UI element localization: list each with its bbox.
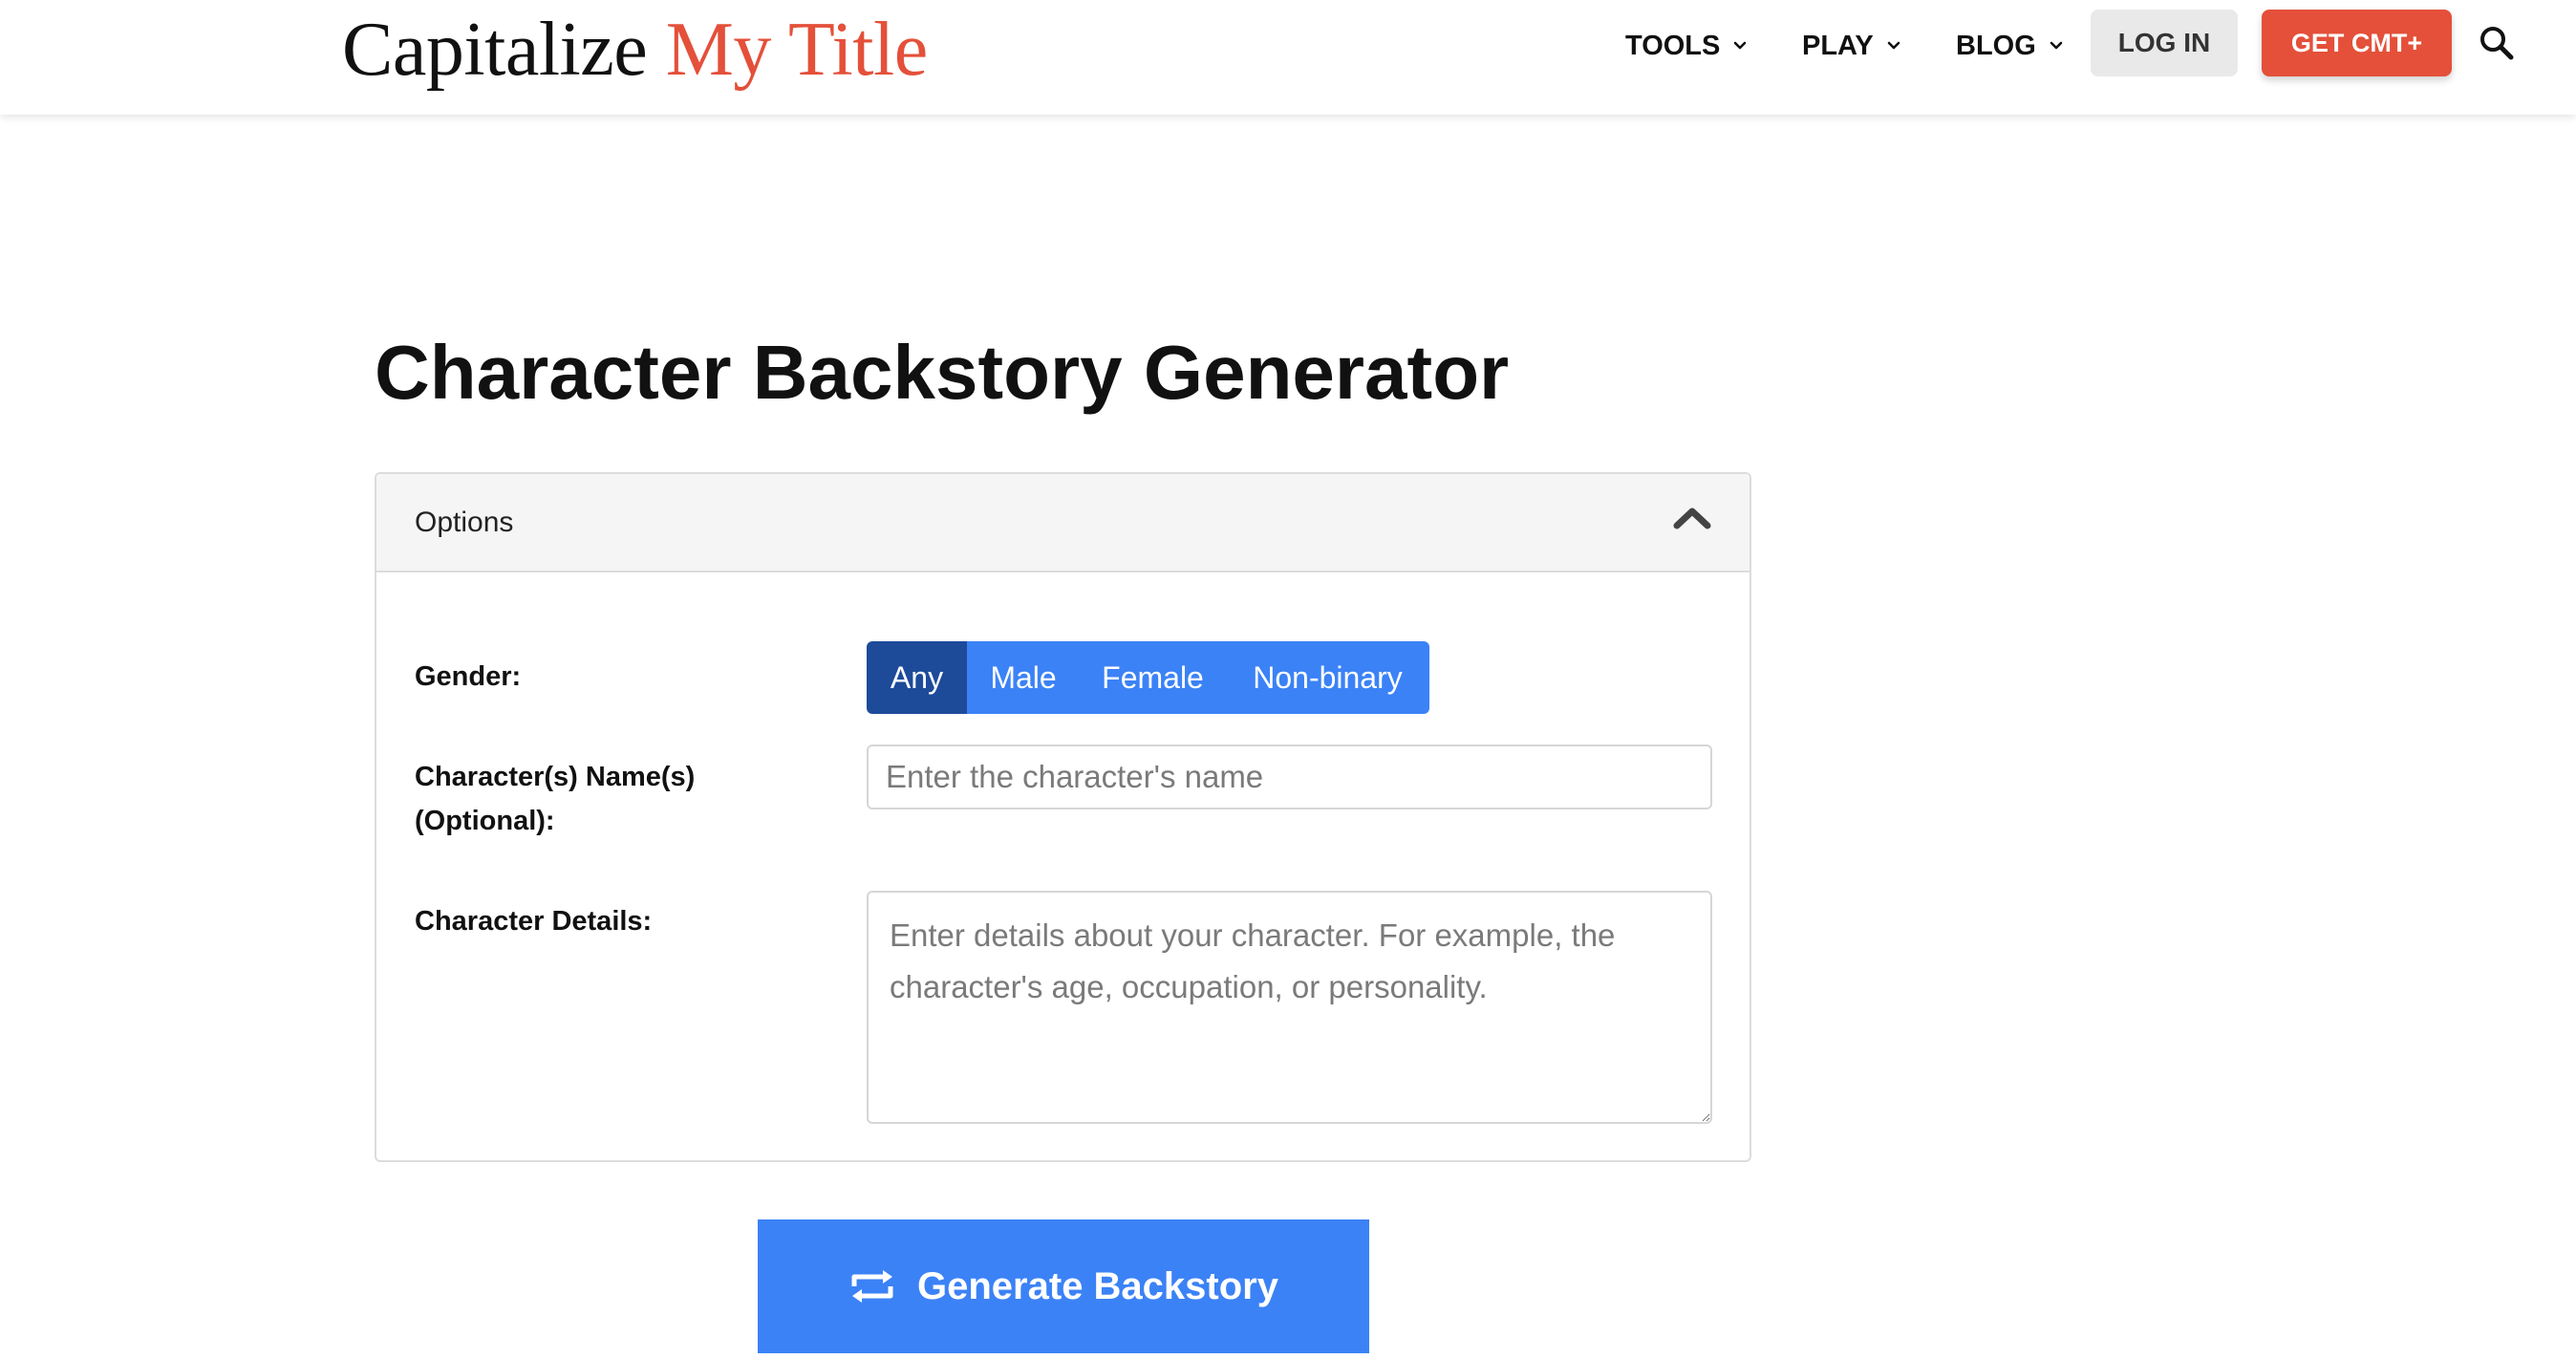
get-cmt-plus-button[interactable]: GET CMT+ <box>2262 10 2452 76</box>
gender-option-non-binary[interactable]: Non-binary <box>1226 641 1429 714</box>
search-icon[interactable] <box>2475 21 2521 67</box>
gender-selector: Any Male Female Non-binary <box>867 641 1429 714</box>
nav-play-menu[interactable]: PLAY <box>1802 25 1900 67</box>
character-details-textarea[interactable] <box>867 891 1712 1124</box>
character-details-label: Character Details: <box>415 906 653 937</box>
gender-label: Gender: <box>415 661 522 692</box>
repeat-icon <box>851 1270 893 1303</box>
nav-blog-menu[interactable]: BLOG <box>1956 25 2063 67</box>
logo-text-capitalize: Capitalize <box>342 8 648 92</box>
chevron-up-icon[interactable] <box>1671 503 1713 533</box>
chevron-down-icon <box>1887 41 1900 50</box>
nav-tools-label: TOOLS <box>1625 30 1721 61</box>
gender-option-any[interactable]: Any <box>867 641 967 714</box>
logo-text-my-title: My Title <box>665 8 928 92</box>
nav-tools-menu[interactable]: TOOLS <box>1625 25 1747 67</box>
gender-option-female[interactable]: Female <box>1080 641 1226 714</box>
character-name-label: Character(s) Name(s) (Optional): <box>415 755 695 843</box>
options-panel-header[interactable]: Options <box>376 474 1750 572</box>
nav-blog-label: BLOG <box>1956 30 2036 61</box>
site-logo[interactable]: Capitalize My Title <box>342 4 928 96</box>
options-panel: Options Gender: Any Male Female Non-bina… <box>375 472 1751 1162</box>
options-title: Options <box>415 507 514 538</box>
generate-backstory-button[interactable]: Generate Backstory <box>758 1219 1369 1353</box>
top-navigation-bar: Capitalize My Title TOOLS PLAY BLOG LOG … <box>0 0 2576 115</box>
chevron-down-icon <box>1734 41 1747 50</box>
nav-play-label: PLAY <box>1802 30 1874 61</box>
character-name-label-line2: (Optional): <box>415 806 555 836</box>
character-name-label-line1: Character(s) Name(s) <box>415 762 696 792</box>
login-button[interactable]: LOG IN <box>2091 10 2238 76</box>
chevron-down-icon <box>2050 41 2063 50</box>
gender-option-male[interactable]: Male <box>967 641 1080 714</box>
generate-backstory-label: Generate Backstory <box>917 1264 1278 1307</box>
page-title: Character Backstory Generator <box>375 330 1510 415</box>
character-name-input[interactable] <box>867 744 1712 809</box>
